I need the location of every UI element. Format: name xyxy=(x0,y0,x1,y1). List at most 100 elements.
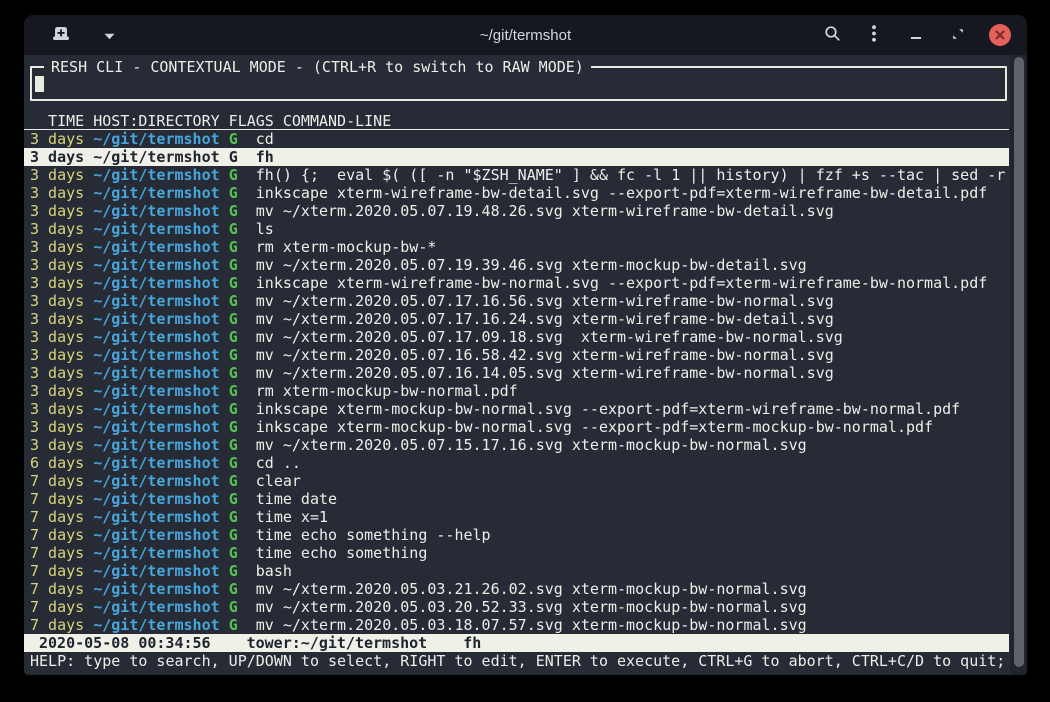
history-row[interactable]: 3 days ~/git/termshot G mv ~/xterm.2020.… xyxy=(24,256,1009,274)
history-directory: ~/git/termshot xyxy=(93,202,219,220)
history-time: 7 days xyxy=(30,562,84,580)
history-time: 3 days xyxy=(30,310,84,328)
history-command: rm xterm-mockup-bw-* xyxy=(256,238,437,256)
history-row[interactable]: 7 days ~/git/termshot G bash xyxy=(24,562,1009,580)
history-command: mv ~/xterm.2020.05.03.18.07.57.svg xterm… xyxy=(256,616,807,634)
history-row[interactable]: 3 days ~/git/termshot G inkscape xterm-w… xyxy=(24,274,1009,292)
history-flags: G xyxy=(229,490,238,508)
history-row[interactable]: 7 days ~/git/termshot G clear xyxy=(24,472,1009,490)
history-directory: ~/git/termshot xyxy=(93,382,219,400)
history-row[interactable]: 3 days ~/git/termshot G fh() {; eval $( … xyxy=(24,166,1009,184)
history-flags: G xyxy=(229,346,238,364)
search-button[interactable] xyxy=(817,20,847,50)
history-time: 3 days xyxy=(30,346,84,364)
restore-button[interactable] xyxy=(943,20,973,50)
history-directory: ~/git/termshot xyxy=(93,238,219,256)
history-row[interactable]: 3 days ~/git/termshot G cd xyxy=(24,130,1009,148)
history-command: time echo something xyxy=(256,544,428,562)
history-flags: G xyxy=(229,148,238,166)
menu-button[interactable] xyxy=(859,20,889,50)
history-time: 3 days xyxy=(30,274,84,292)
history-row[interactable]: 3 days ~/git/termshot G rm xterm-mockup-… xyxy=(24,238,1009,256)
history-directory: ~/git/termshot xyxy=(93,472,219,490)
history-command: mv ~/xterm.2020.05.03.20.52.33.svg xterm… xyxy=(256,598,807,616)
history-flags: G xyxy=(229,328,238,346)
history-row[interactable]: 7 days ~/git/termshot G time date xyxy=(24,490,1009,508)
history-row[interactable]: 3 days ~/git/termshot G ls xyxy=(24,220,1009,238)
history-flags: G xyxy=(229,202,238,220)
history-directory: ~/git/termshot xyxy=(93,328,219,346)
history-flags: G xyxy=(229,220,238,238)
close-icon xyxy=(989,24,1011,46)
history-command: cd xyxy=(256,130,274,148)
minimize-button[interactable] xyxy=(901,20,931,50)
history-time: 3 days xyxy=(30,238,84,256)
history-time: 3 days xyxy=(30,400,84,418)
history-command: mv ~/xterm.2020.05.03.21.26.02.svg xterm… xyxy=(256,580,807,598)
history-row[interactable]: 3 days ~/git/termshot G mv ~/xterm.2020.… xyxy=(24,346,1009,364)
titlebar-left-controls xyxy=(46,20,124,50)
history-time: 3 days xyxy=(30,166,84,184)
history-command: time date xyxy=(256,490,337,508)
new-tab-button[interactable] xyxy=(46,20,76,50)
terminal-screen[interactable]: RESH CLI - CONTEXTUAL MODE - (CTRL+R to … xyxy=(24,55,1027,675)
history-flags: G xyxy=(229,580,238,598)
history-row[interactable]: 3 days ~/git/termshot G mv ~/xterm.2020.… xyxy=(24,292,1009,310)
history-time: 3 days xyxy=(30,256,84,274)
history-row[interactable]: 6 days ~/git/termshot G cd .. xyxy=(24,454,1009,472)
history-command: inkscape xterm-wireframe-bw-normal.svg -… xyxy=(256,274,988,292)
help-line: HELP: type to search, UP/DOWN to select,… xyxy=(24,652,1009,670)
close-button[interactable] xyxy=(985,20,1015,50)
history-command: clear xyxy=(256,472,301,490)
tab-dropdown-button[interactable] xyxy=(94,20,124,50)
history-flags: G xyxy=(229,562,238,580)
history-row[interactable]: 3 days ~/git/termshot G inkscape xterm-w… xyxy=(24,184,1009,202)
history-command: cd .. xyxy=(256,454,301,472)
history-row[interactable]: 3 days ~/git/termshot G inkscape xterm-m… xyxy=(24,418,1009,436)
history-time: 3 days xyxy=(30,436,84,454)
history-row[interactable]: 7 days ~/git/termshot G time x=1 xyxy=(24,508,1009,526)
history-directory: ~/git/termshot xyxy=(93,130,219,148)
history-flags: G xyxy=(229,292,238,310)
history-row[interactable]: 7 days ~/git/termshot G mv ~/xterm.2020.… xyxy=(24,598,1009,616)
history-row[interactable]: 3 days ~/git/termshot G rm xterm-mockup-… xyxy=(24,382,1009,400)
history-row[interactable]: 7 days ~/git/termshot G time echo someth… xyxy=(24,526,1009,544)
history-time: 3 days xyxy=(30,382,84,400)
history-directory: ~/git/termshot xyxy=(93,418,219,436)
history-command: mv ~/xterm.2020.05.07.19.48.26.svg xterm… xyxy=(256,202,834,220)
history-command: mv ~/xterm.2020.05.07.19.39.46.svg xterm… xyxy=(256,256,807,274)
history-command: mv ~/xterm.2020.05.07.16.14.05.svg xterm… xyxy=(256,364,834,382)
history-flags: G xyxy=(229,382,238,400)
history-row[interactable]: 3 days ~/git/termshot G mv ~/xterm.2020.… xyxy=(24,436,1009,454)
history-flags: G xyxy=(229,130,238,148)
history-directory: ~/git/termshot xyxy=(93,562,219,580)
scrollbar-thumb[interactable] xyxy=(1014,57,1024,667)
history-directory: ~/git/termshot xyxy=(93,220,219,238)
history-directory: ~/git/termshot xyxy=(93,292,219,310)
history-time: 3 days xyxy=(30,148,84,166)
history-row[interactable]: 3 days ~/git/termshot G mv ~/xterm.2020.… xyxy=(24,328,1009,346)
history-time: 7 days xyxy=(30,580,84,598)
history-flags: G xyxy=(229,400,238,418)
menu-icon xyxy=(872,25,876,45)
history-row[interactable]: 7 days ~/git/termshot G mv ~/xterm.2020.… xyxy=(24,616,1009,634)
history-command: ls xyxy=(256,220,274,238)
history-time: 7 days xyxy=(30,544,84,562)
history-row[interactable]: 3 days ~/git/termshot G mv ~/xterm.2020.… xyxy=(24,310,1009,328)
history-row[interactable]: 3 days ~/git/termshot G fh xyxy=(24,148,1009,166)
history-row[interactable]: 3 days ~/git/termshot G inkscape xterm-m… xyxy=(24,400,1009,418)
status-datetime: 2020-05-08 00:34:56 xyxy=(39,634,211,652)
chevron-down-icon xyxy=(104,28,115,43)
history-row[interactable]: 7 days ~/git/termshot G mv ~/xterm.2020.… xyxy=(24,580,1009,598)
status-bar: 2020-05-08 00:34:56tower:~/git/termshotf… xyxy=(24,634,1009,652)
scrollbar xyxy=(1010,55,1027,675)
history-flags: G xyxy=(229,364,238,382)
history-row[interactable]: 3 days ~/git/termshot G mv ~/xterm.2020.… xyxy=(24,364,1009,382)
text-cursor[interactable] xyxy=(35,76,44,92)
history-flags: G xyxy=(229,544,238,562)
history-row[interactable]: 3 days ~/git/termshot G mv ~/xterm.2020.… xyxy=(24,202,1009,220)
history-command: rm xterm-mockup-bw-normal.pdf xyxy=(256,382,518,400)
history-flags: G xyxy=(229,274,238,292)
history-flags: G xyxy=(229,256,238,274)
history-row[interactable]: 7 days ~/git/termshot G time echo someth… xyxy=(24,544,1009,562)
